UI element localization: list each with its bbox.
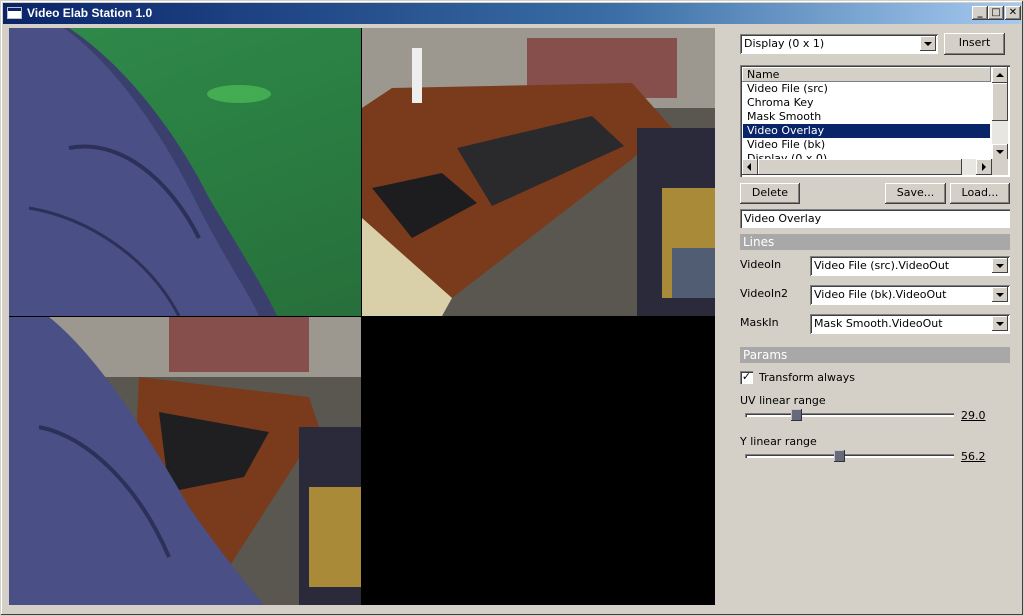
uv-linear-range-value: 29.0 [961,409,986,422]
video-pane-chroma-source [9,28,361,316]
display-select-value: Display (0 x 1) [744,37,825,50]
transform-always-checkbox[interactable]: ✓ [740,371,753,384]
background-scene-image [362,28,715,316]
lines-section-header: Lines [740,234,1010,250]
transform-always-label[interactable]: Transform always [759,371,855,384]
uv-linear-range-label: UV linear range [740,394,826,407]
list-column-header[interactable]: Name [742,67,991,82]
videoin-label: VideoIn [740,258,782,271]
window-title: Video Elab Station 1.0 [27,6,153,20]
close-button[interactable]: ✕ [1005,6,1021,20]
overlay-output-image [9,317,361,605]
scroll-up-button[interactable] [992,67,1008,83]
minimize-button[interactable]: _ [972,6,988,20]
chevron-down-icon[interactable] [992,258,1008,273]
delete-button[interactable]: Delete [740,183,800,204]
y-linear-range-label: Y linear range [740,435,817,448]
video-pane-background [362,28,715,316]
videoin-select-value: Video File (src).VideoOut [814,259,950,272]
app-window-icon [7,7,22,19]
video-pane-overlay-output [9,317,361,605]
list-item[interactable]: Chroma Key [743,96,990,110]
uv-linear-range-track[interactable] [745,413,954,417]
y-linear-range-value: 56.2 [961,450,986,463]
videoin2-select-value: Video File (bk).VideoOut [814,288,947,301]
list-item[interactable]: Mask Smooth [743,110,990,124]
maskin-label: MaskIn [740,316,779,329]
chevron-down-icon[interactable] [992,287,1008,302]
title-bar[interactable]: Video Elab Station 1.0 _ □ ✕ [3,3,1021,24]
chevron-down-icon[interactable] [992,316,1008,331]
list-item-selected[interactable]: Video Overlay [743,124,990,138]
scroll-thumb-horizontal[interactable] [758,159,962,175]
arrow-down-icon [996,150,1004,154]
videoin-select[interactable]: Video File (src).VideoOut [810,256,1010,276]
list-item[interactable]: Video File (src) [743,82,990,96]
video-pane-empty [362,317,715,605]
filter-name-field[interactable]: Video Overlay [740,209,1010,228]
maskin-select-value: Mask Smooth.VideoOut [814,317,943,330]
videoin2-select[interactable]: Video File (bk).VideoOut [810,285,1010,305]
uv-linear-range-slider-thumb[interactable] [790,409,802,421]
video-display-area [9,28,715,605]
chroma-source-image [9,28,277,316]
params-section-header: Params [740,347,1010,363]
list-horizontal-scrollbar[interactable] [742,159,992,175]
arrow-left-icon [747,163,751,171]
load-button[interactable]: Load... [950,183,1010,204]
scroll-down-button[interactable] [992,144,1008,160]
y-linear-range-track[interactable] [745,454,954,458]
videoin2-label: VideoIn2 [740,287,789,300]
insert-button[interactable]: Insert [944,33,1005,55]
scroll-thumb[interactable] [992,83,1008,121]
scrollbar-corner [992,159,1008,175]
filter-list[interactable]: Name Video File (src) Chroma Key Mask Sm… [740,65,1010,177]
arrow-up-icon [996,73,1004,77]
control-panel: Display (0 x 1) Insert Name Video File (… [723,28,1018,605]
scroll-left-button[interactable] [742,159,758,175]
y-linear-range-slider-thumb[interactable] [834,450,846,462]
display-select[interactable]: Display (0 x 1) [740,34,938,54]
chevron-down-icon[interactable] [920,36,936,51]
list-item[interactable]: Video File (bk) [743,138,990,152]
arrow-right-icon [982,163,986,171]
scroll-right-button[interactable] [976,159,992,175]
list-vertical-scrollbar[interactable] [992,67,1008,160]
save-button[interactable]: Save... [885,183,946,204]
app-window: Video Elab Station 1.0 _ □ ✕ Display (0 … [0,0,1024,616]
maskin-select[interactable]: Mask Smooth.VideoOut [810,314,1010,334]
maximize-button[interactable]: □ [988,6,1004,20]
